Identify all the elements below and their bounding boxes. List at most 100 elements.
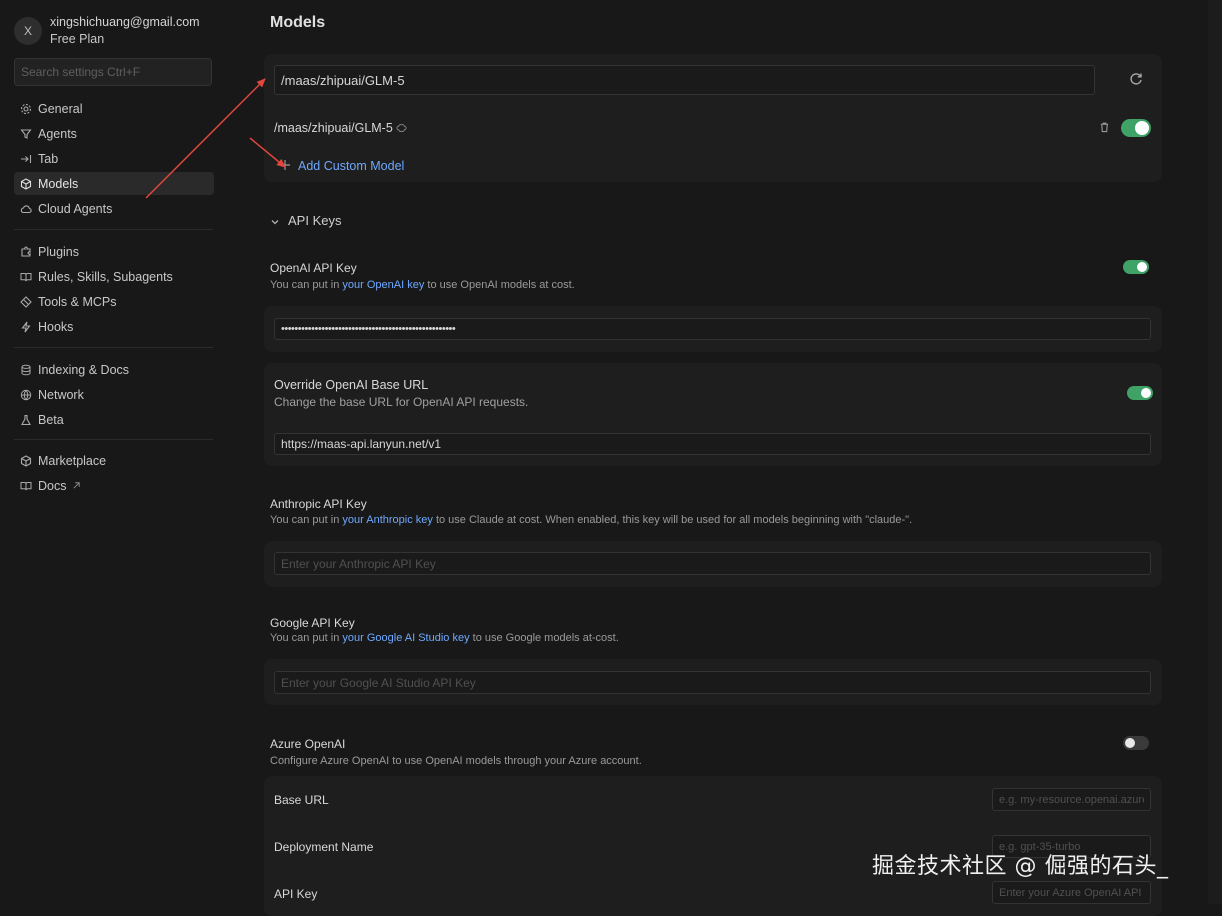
azure-openai-description: Configure Azure OpenAI to use OpenAI mod…: [270, 755, 642, 767]
nav-group-main: General Agents Tab Models Cloud Agents: [14, 97, 214, 222]
sidebar-item-agents[interactable]: Agents: [14, 122, 214, 145]
openai-key-description: You can put in your OpenAI key to use Op…: [270, 279, 575, 291]
external-link-icon: [72, 481, 81, 490]
settings-sidebar: X xingshichuang@gmail.com Free Plan Gene…: [0, 0, 228, 904]
google-key-label: Google API Key: [270, 616, 355, 630]
override-base-url-description: Change the base URL for OpenAI API reque…: [274, 395, 529, 409]
diamond-icon: [20, 295, 32, 308]
settings-search-input[interactable]: [14, 58, 212, 86]
trash-icon[interactable]: [1099, 121, 1110, 133]
sidebar-item-label: Rules, Skills, Subagents: [38, 269, 173, 284]
sidebar-item-label: Tools & MCPs: [38, 294, 117, 309]
database-icon: [20, 364, 32, 376]
openai-key-input[interactable]: [274, 318, 1151, 340]
puzzle-icon: [20, 246, 32, 258]
watermark: 掘金技术社区 @ 倔强的石头_: [872, 854, 1169, 879]
tab-arrow-icon: [20, 153, 32, 165]
cloud-icon: [20, 203, 32, 215]
azure-api-key-input[interactable]: [992, 881, 1151, 904]
plus-icon[interactable]: [279, 159, 291, 171]
override-base-url-label: Override OpenAI Base URL: [274, 378, 429, 392]
sidebar-item-label: Beta: [38, 412, 64, 427]
nav-divider: [14, 347, 213, 348]
sidebar-item-docs[interactable]: Docs: [14, 474, 214, 497]
openai-key-link[interactable]: your OpenAI key: [342, 279, 424, 291]
sidebar-item-label: Marketplace: [38, 453, 107, 468]
override-base-url-toggle[interactable]: [1127, 386, 1153, 400]
main-scrollbar[interactable]: [1208, 0, 1222, 904]
openai-key-label: OpenAI API Key: [270, 261, 357, 275]
sidebar-item-models[interactable]: Models: [14, 172, 214, 195]
settings-main-panel: Models /maas/zhipuai/GLM-5 Add Custom Mo…: [228, 0, 1208, 916]
sidebar-item-label: General: [38, 101, 83, 116]
book-icon: [20, 271, 32, 283]
sidebar-item-marketplace[interactable]: Marketplace: [14, 449, 214, 472]
sidebar-item-hooks[interactable]: Hooks: [14, 315, 214, 338]
openai-key-toggle[interactable]: [1123, 260, 1149, 274]
sidebar-item-tab[interactable]: Tab: [14, 147, 214, 170]
azure-openai-label: Azure OpenAI: [270, 737, 346, 751]
account-email: xingshichuang@gmail.com: [50, 15, 200, 29]
filter-icon: [20, 128, 32, 140]
azure-api-key-label: API Key: [274, 887, 318, 901]
sidebar-item-label: Cloud Agents: [38, 201, 113, 216]
nav-group-resources: Marketplace Docs: [14, 449, 214, 499]
azure-deployment-label: Deployment Name: [274, 840, 374, 854]
google-key-link[interactable]: your Google AI Studio key: [342, 632, 469, 644]
model-name-input[interactable]: [274, 65, 1095, 95]
nav-group-system: Indexing & Docs Network Beta: [14, 358, 214, 433]
refresh-icon[interactable]: [1128, 71, 1144, 87]
sidebar-item-tools-and-mcps[interactable]: Tools & MCPs: [14, 290, 214, 313]
sidebar-item-indexing-and-docs[interactable]: Indexing & Docs: [14, 358, 214, 381]
cube-icon: [20, 177, 32, 190]
sidebar-item-label: Tab: [38, 151, 59, 166]
gear-icon: [20, 103, 32, 115]
avatar[interactable]: X: [14, 17, 42, 45]
models-card: /maas/zhipuai/GLM-5 Add Custom Model: [264, 54, 1162, 182]
azure-openai-toggle[interactable]: [1123, 736, 1149, 750]
anthropic-key-label: Anthropic API Key: [270, 497, 367, 511]
book-icon: [20, 480, 32, 492]
sidebar-item-plugins[interactable]: Plugins: [14, 240, 214, 263]
anthropic-key-description: You can put in your Anthropic key to use…: [270, 514, 913, 526]
nav-divider: [14, 229, 213, 230]
anthropic-key-input[interactable]: [274, 552, 1151, 575]
flask-icon: [20, 414, 32, 426]
google-key-input[interactable]: [274, 671, 1151, 694]
google-key-description: You can put in your Google AI Studio key…: [270, 632, 619, 644]
sidebar-item-label: Network: [38, 387, 84, 402]
google-key-card: [264, 659, 1162, 705]
azure-base-url-input[interactable]: [992, 788, 1151, 811]
sidebar-item-label: Indexing & Docs: [38, 362, 130, 377]
anthropic-key-card: [264, 541, 1162, 587]
account-info[interactable]: X xingshichuang@gmail.com Free Plan: [14, 14, 200, 48]
sidebar-item-network[interactable]: Network: [14, 383, 214, 406]
api-keys-section-header[interactable]: API Keys: [288, 213, 341, 228]
sidebar-item-label: Hooks: [38, 319, 74, 334]
lightning-icon: [20, 321, 32, 333]
account-plan: Free Plan: [50, 32, 105, 46]
sidebar-item-label: Docs: [38, 478, 67, 493]
nav-divider: [14, 439, 213, 440]
sidebar-item-beta[interactable]: Beta: [14, 408, 214, 431]
azure-openai-card: Base URL Deployment Name API Key: [264, 776, 1162, 916]
sidebar-item-label: Agents: [38, 126, 77, 141]
model-enabled-toggle[interactable]: [1121, 119, 1151, 137]
azure-base-url-label: Base URL: [274, 793, 329, 807]
sidebar-item-general[interactable]: General: [14, 97, 214, 120]
sidebar-item-label: Plugins: [38, 244, 79, 259]
base-url-input[interactable]: [274, 433, 1151, 455]
chevron-down-icon[interactable]: [270, 215, 280, 225]
openai-key-card: [264, 306, 1162, 352]
sidebar-item-cloud-agents[interactable]: Cloud Agents: [14, 197, 214, 220]
sidebar-item-rules-skills-subagents[interactable]: Rules, Skills, Subagents: [14, 265, 214, 288]
add-custom-model-link[interactable]: Add Custom Model: [298, 159, 404, 173]
nav-group-extensions: Plugins Rules, Skills, Subagents Tools & M…: [14, 240, 214, 340]
model-row-name: /maas/zhipuai/GLM-5: [274, 121, 393, 135]
override-base-url-card: Override OpenAI Base URL Change the base…: [264, 363, 1162, 466]
sidebar-item-label: Models: [38, 176, 79, 191]
page-title: Models: [270, 14, 326, 31]
package-icon: [20, 454, 32, 467]
anthropic-key-link[interactable]: your Anthropic key: [342, 514, 433, 526]
brain-icon: [396, 122, 407, 133]
